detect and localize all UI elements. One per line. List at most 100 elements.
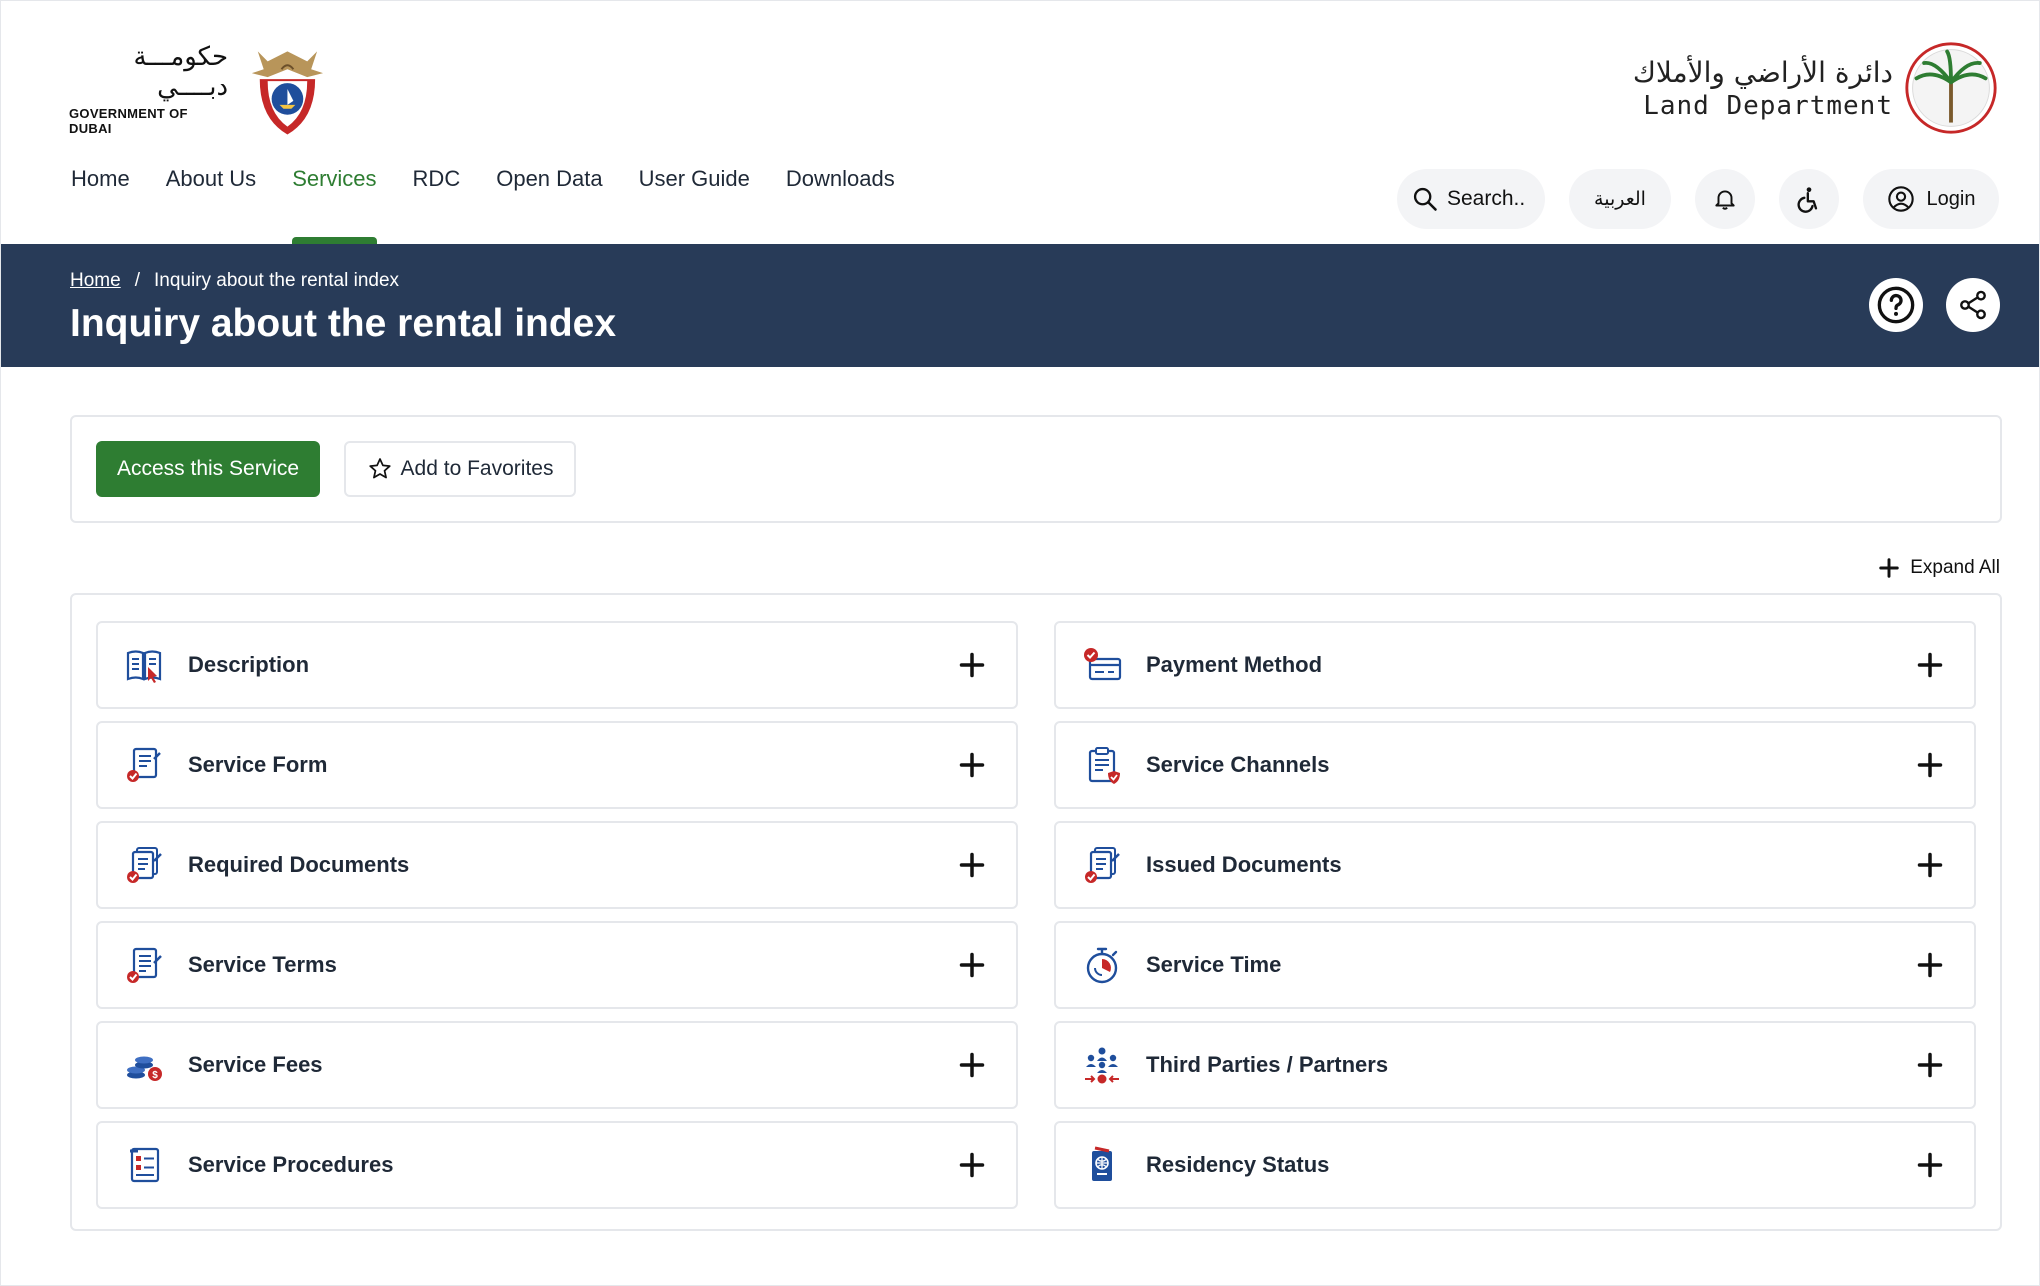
accordion-label: Residency Status (1146, 1152, 1330, 1177)
plus-icon (1917, 852, 1943, 878)
payment-icon (1084, 648, 1122, 681)
plus-icon (959, 852, 985, 878)
search-button[interactable]: Search.. (1397, 169, 1545, 229)
accordion-column-right: Payment Method Service Channels Issued D… (1054, 621, 1976, 1221)
breadcrumb-home-link[interactable]: Home (70, 270, 121, 292)
accordion-required-documents[interactable]: Required Documents (96, 821, 1018, 909)
notifications-button[interactable] (1695, 169, 1755, 229)
breadcrumb-separator: / (134, 270, 140, 291)
plus-icon (959, 652, 985, 678)
service-actions-card: Access this Service Add to Favorites (70, 415, 2002, 523)
plus-icon (1917, 752, 1943, 778)
accessibility-button[interactable] (1779, 169, 1839, 229)
accordion-label: Service Time (1146, 952, 1282, 977)
accordion-column-left: Description Service Form Required Docume… (96, 621, 1018, 1221)
nav-about-us[interactable]: About Us (166, 161, 257, 197)
plus-icon (1879, 558, 1899, 578)
plus-icon (1917, 652, 1943, 678)
accordion-label: Third Parties / Partners (1146, 1052, 1389, 1077)
accordion-service-time[interactable]: Service Time (1054, 921, 1976, 1009)
accordion-label: Description (188, 652, 310, 677)
breadcrumb-current: Inquiry about the rental index (153, 270, 400, 291)
service-details-panel: Description Service Form Required Docume… (70, 593, 2002, 1231)
gov-logo-arabic: حكومـــة دبــــي (133, 42, 229, 102)
accordion-service-channels[interactable]: Service Channels (1054, 721, 1976, 809)
accordion-service-form[interactable]: Service Form (96, 721, 1018, 809)
bell-icon (1715, 190, 1735, 210)
accordion-label: Service Channels (1146, 752, 1330, 777)
nav-home[interactable]: Home (71, 161, 130, 197)
search-label: Search.. (1447, 187, 1526, 210)
nav-downloads[interactable]: Downloads (786, 161, 895, 197)
expand-all-button[interactable]: Expand All (1878, 557, 2000, 579)
plus-icon (959, 752, 985, 778)
accordion-label: Service Form (188, 752, 328, 777)
nav-user-guide[interactable]: User Guide (639, 161, 750, 197)
stopwatch-icon (1086, 947, 1118, 984)
falcon-emblem-icon (251, 51, 324, 135)
language-toggle[interactable]: العربية (1569, 169, 1671, 229)
nav-services[interactable]: Services (292, 161, 377, 244)
coins-icon: $ (127, 1056, 162, 1081)
accordion-label: Service Terms (188, 952, 337, 977)
accordion-issued-documents[interactable]: Issued Documents (1054, 821, 1976, 909)
plus-icon (1917, 1052, 1943, 1078)
accordion-label: Payment Method (1146, 652, 1323, 677)
header-tools: Search.. العربية Login (1373, 169, 1999, 229)
accordion-label: Required Documents (188, 852, 410, 877)
share-icon (1960, 290, 1986, 320)
svg-text:$: $ (152, 1070, 158, 1081)
nav-rdc[interactable]: RDC (413, 161, 461, 197)
language-label: العربية (1594, 188, 1646, 210)
documents-icon (1085, 847, 1120, 883)
passport-icon (1092, 1146, 1112, 1181)
page-banner: Home / Inquiry about the rental index In… (1, 244, 2039, 367)
form-icon (127, 747, 161, 782)
plus-icon (1917, 1152, 1943, 1178)
dld-logo-english: Land Department (1643, 90, 1893, 121)
land-department-logo[interactable]: دائرة الأراضي والأملاك Land Department (1633, 42, 1999, 134)
accordion-service-fees[interactable]: $ Service Fees (96, 1021, 1018, 1109)
search-icon (1413, 187, 1437, 211)
accordion-service-terms[interactable]: Service Terms (96, 921, 1018, 1009)
accordion-label: Service Procedures (188, 1152, 394, 1177)
book-icon (126, 650, 162, 683)
help-button[interactable] (1869, 278, 1923, 332)
clipboard-icon (1088, 747, 1120, 784)
accordion-label: Service Fees (188, 1052, 323, 1077)
expand-all-label: Expand All (1910, 557, 2000, 578)
accessibility-icon (1797, 187, 1818, 213)
share-button[interactable] (1946, 278, 2000, 332)
page: حكومـــة دبــــي GOVERNMENT OF DUBAI دائ… (0, 0, 2040, 1286)
dld-logo-text: دائرة الأراضي والأملاك Land Department (1633, 56, 1893, 121)
government-of-dubai-logo[interactable]: حكومـــة دبــــي GOVERNMENT OF DUBAI (69, 33, 337, 145)
accordion-residency-status[interactable]: Residency Status (1054, 1121, 1976, 1209)
documents-icon (127, 847, 162, 883)
procedures-icon (130, 1147, 160, 1183)
accordion-service-procedures[interactable]: Service Procedures (96, 1121, 1018, 1209)
gov-logo-english: GOVERNMENT OF DUBAI (69, 106, 188, 136)
accordion-label: Issued Documents (1146, 852, 1342, 877)
accordion-description[interactable]: Description (96, 621, 1018, 709)
palm-tree-emblem-icon (1905, 42, 1997, 134)
nav-open-data[interactable]: Open Data (496, 161, 602, 197)
site-header: حكومـــة دبــــي GOVERNMENT OF DUBAI دائ… (1, 1, 2039, 244)
partners-icon (1085, 1047, 1119, 1084)
plus-icon (1917, 952, 1943, 978)
terms-icon (127, 947, 162, 983)
gov-logo-text: حكومـــة دبــــي GOVERNMENT OF DUBAI (69, 42, 228, 136)
breadcrumb: Home / Inquiry about the rental index (70, 270, 399, 292)
star-icon (368, 458, 391, 479)
accordion-third-parties-partners[interactable]: Third Parties / Partners (1054, 1021, 1976, 1109)
login-label: Login (1926, 187, 1976, 210)
main-nav: Home About Us Services RDC Open Data Use… (71, 161, 931, 244)
access-service-button[interactable]: Access this Service (96, 441, 320, 497)
login-button[interactable]: Login (1863, 169, 1999, 229)
dld-logo-arabic: دائرة الأراضي والأملاك (1632, 55, 1893, 89)
plus-icon (959, 1052, 985, 1078)
accordion-payment-method[interactable]: Payment Method (1054, 621, 1976, 709)
page-title: Inquiry about the rental index (70, 302, 617, 345)
plus-icon (959, 952, 985, 978)
help-icon (1877, 286, 1915, 324)
add-to-favorites-button[interactable]: Add to Favorites (344, 441, 576, 497)
